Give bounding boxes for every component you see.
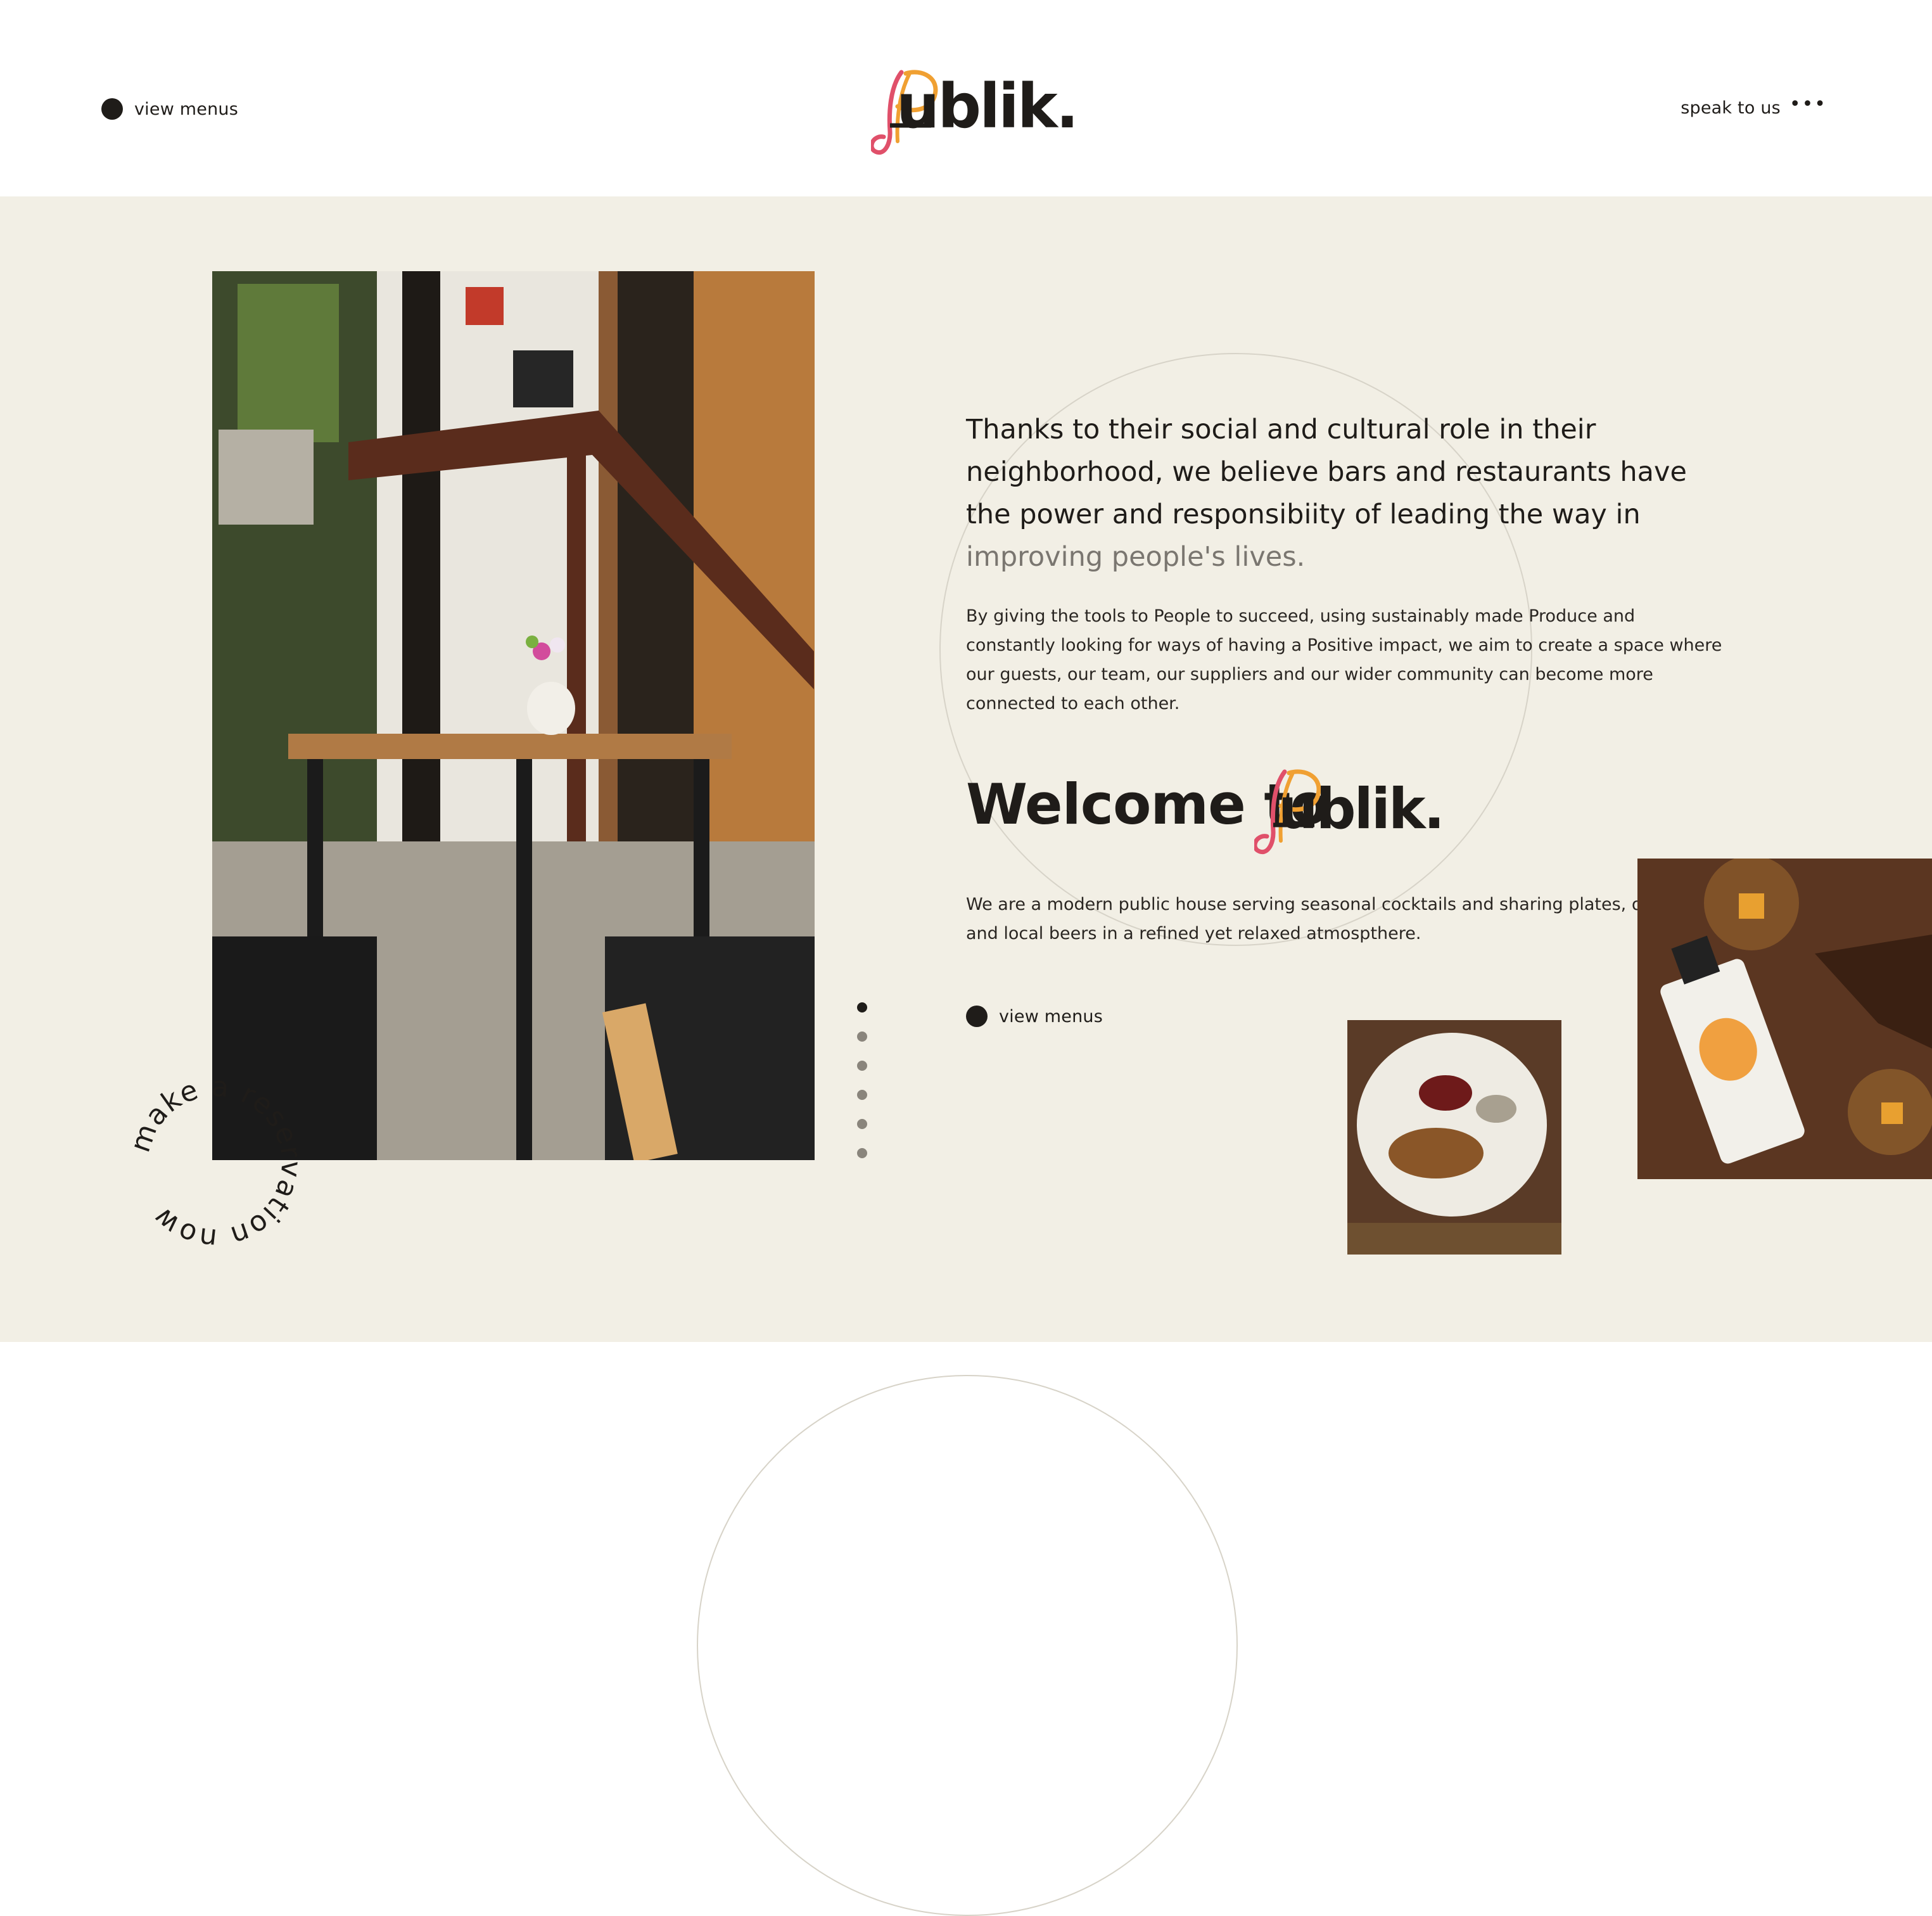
hero-view-menus-label: view menus: [999, 1006, 1103, 1026]
welcome-logo-wordmark: ublik.: [1278, 776, 1445, 841]
slider-dot-4[interactable]: [857, 1090, 867, 1100]
slider-pagination[interactable]: [857, 1002, 867, 1177]
bullet-dot-icon: [101, 98, 123, 120]
logo-wordmark: ublik.: [896, 71, 1079, 142]
welcome-publik-logo: ublik.: [1254, 762, 1457, 863]
svg-text:make a reservation now: make a reservation now: [124, 1070, 308, 1255]
mission-statement-emphasis: improving people's lives.: [966, 541, 1306, 573]
mission-statement-main: Thanks to their social and cultural role…: [966, 414, 1687, 530]
about-paragraph: We are a modern public house serving sea…: [966, 890, 1650, 948]
slider-dot-6[interactable]: [857, 1148, 867, 1158]
site-header: view menus ublik. speak to us •••: [0, 0, 1932, 196]
about-paragraph-line-1: We are a modern public house serving sea…: [966, 895, 1650, 914]
food-plate-photo: [1347, 1020, 1561, 1255]
view-menus-link[interactable]: view menus: [101, 98, 238, 120]
speak-to-us-label: speak to us: [1681, 98, 1781, 118]
slider-dot-1[interactable]: [857, 1002, 867, 1012]
slider-dot-5[interactable]: [857, 1119, 867, 1129]
publik-logo[interactable]: ublik.: [871, 62, 1079, 163]
mission-paragraph: By giving the tools to People to succeed…: [966, 606, 1722, 713]
cocktail-bottle-illustration: [1637, 859, 1932, 1179]
bullet-dot-icon: [966, 1006, 988, 1027]
make-a-reservation-badge[interactable]: make a reservation now: [120, 1068, 310, 1258]
welcome-heading: Welcome to ublik.: [966, 754, 1536, 881]
more-dots-icon: •••: [1789, 93, 1827, 115]
cocktail-bottle-photo: [1637, 859, 1932, 1179]
intro-section: make a reservation now Thanks to their s…: [0, 196, 1932, 1342]
view-menus-label: view menus: [134, 99, 238, 119]
slider-dot-2[interactable]: [857, 1031, 867, 1042]
mission-statement: Thanks to their social and cultural role…: [966, 409, 1726, 578]
decorative-circle-bottom: [697, 1375, 1238, 1916]
cafe-table-photo: [212, 271, 815, 1160]
reservation-circular-text: make a reservation now: [124, 1070, 308, 1255]
speak-to-us-link[interactable]: speak to us •••: [1681, 93, 1827, 118]
about-paragraph-line-2: and local beers in a refined yet relaxed…: [966, 924, 1421, 943]
food-plate-illustration: [1347, 1020, 1561, 1255]
slider-dot-3[interactable]: [857, 1061, 867, 1071]
cafe-table-illustration: [212, 271, 815, 1160]
hero-view-menus-link[interactable]: view menus: [966, 1006, 1103, 1027]
